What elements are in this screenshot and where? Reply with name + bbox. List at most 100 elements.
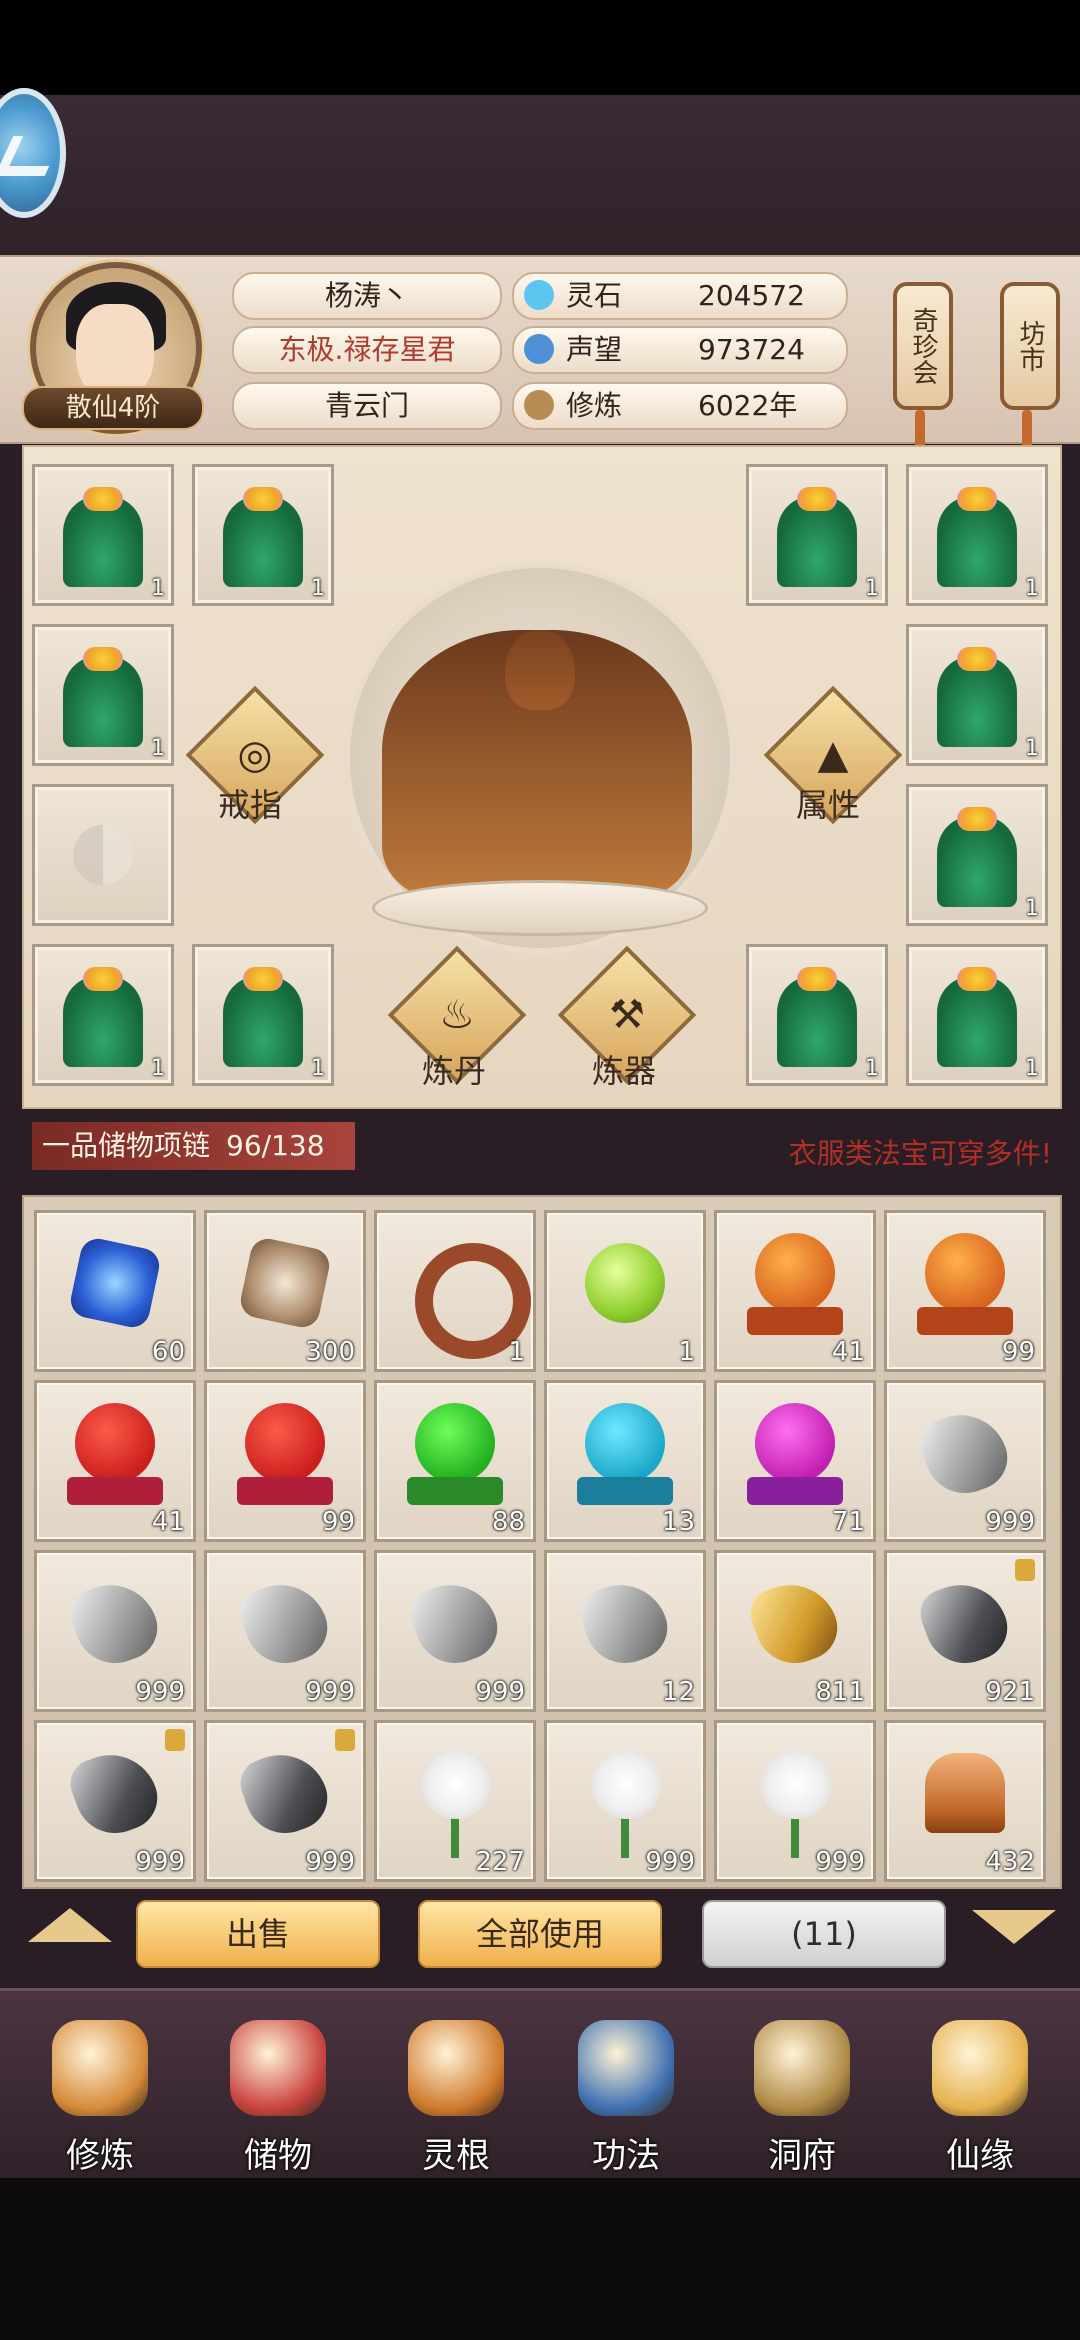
inventory-item[interactable]: 13 [544, 1380, 706, 1542]
gourd-icon [932, 2020, 1028, 2116]
item-count: 999 [815, 1847, 865, 1877]
orb-stand-icon [577, 1477, 673, 1505]
inventory-item[interactable]: 99 [204, 1380, 366, 1542]
ring-label: 戒指 [218, 786, 283, 824]
inventory-item[interactable]: 999 [714, 1720, 876, 1882]
orb-stand-icon [237, 1477, 333, 1505]
nav-label: 功法 [592, 2136, 660, 2176]
inventory-item[interactable]: 300 [204, 1210, 366, 1372]
inventory-item[interactable]: 999 [204, 1720, 366, 1882]
storage-capacity: 96/138 [226, 1129, 325, 1162]
item-count: 432 [985, 1847, 1035, 1877]
inventory-item[interactable]: 999 [34, 1550, 196, 1712]
use-all-button[interactable]: 全部使用 [418, 1900, 662, 1968]
iron-ore-icon [913, 1401, 1017, 1505]
lock-icon [165, 1729, 185, 1751]
item-count: 999 [985, 1507, 1035, 1537]
inventory-item[interactable]: 99 [884, 1210, 1046, 1372]
flower-icon [83, 647, 123, 671]
nav-label: 洞府 [768, 2136, 836, 2176]
item-count: 999 [135, 1847, 185, 1877]
spirit-orb-icon [755, 1233, 835, 1313]
page-up-arrow-icon[interactable] [28, 1908, 112, 1942]
inventory-item[interactable]: 41 [34, 1380, 196, 1542]
player-name: 杨涛丶 [232, 272, 502, 320]
nav-item[interactable]: 储物 [198, 2010, 358, 2176]
ginseng-icon [925, 1753, 1005, 1833]
inventory-item[interactable]: 999 [884, 1380, 1046, 1542]
equipment-slot[interactable]: 1 [906, 464, 1048, 606]
flower-icon [957, 647, 997, 671]
item-count: 71 [831, 1507, 865, 1537]
forge-label: 炼器 [592, 1052, 657, 1090]
sell-button[interactable]: 出售 [136, 1900, 380, 1968]
equipment-slot[interactable]: 1 [32, 464, 174, 606]
treasure-fair-button[interactable]: 奇珍会 [893, 282, 953, 410]
stem-icon [621, 1813, 629, 1858]
item-count: 921 [985, 1677, 1035, 1707]
inventory-item[interactable]: 999 [204, 1550, 366, 1712]
item-count: 1 [678, 1337, 695, 1367]
attributes-label: 属性 [796, 786, 861, 824]
tassel-decoration [1022, 410, 1032, 450]
empty-equipment-slot[interactable] [32, 784, 174, 926]
selected-count-button[interactable]: (11) [702, 1900, 946, 1968]
lock-icon [335, 1729, 355, 1751]
inventory-item[interactable]: 921 [884, 1550, 1046, 1712]
inventory-item[interactable]: 1 [544, 1210, 706, 1372]
bottom-filler [0, 2178, 1080, 2340]
item-count: 999 [305, 1847, 355, 1877]
equipment-slot[interactable]: 1 [32, 624, 174, 766]
flower-icon [243, 967, 283, 991]
dark-ore-icon [233, 1741, 337, 1845]
flower-icon [83, 487, 123, 511]
equipment-slot[interactable]: 1 [746, 464, 888, 606]
item-count: 811 [815, 1677, 865, 1707]
pouch-icon [230, 2020, 326, 2116]
storage-hint: 衣服类法宝可穿多件! [788, 1137, 1052, 1170]
item-count: 999 [135, 1677, 185, 1707]
nav-item[interactable]: 仙缘 [900, 2010, 1060, 2176]
equipment-slot[interactable]: 1 [746, 944, 888, 1086]
inventory-item[interactable]: 12 [544, 1550, 706, 1712]
cultivation-icon [524, 390, 554, 420]
item-count: 99 [1001, 1337, 1035, 1367]
dark-ore-icon [63, 1741, 167, 1845]
reputation-icon [524, 334, 554, 364]
stem-icon [791, 1813, 799, 1858]
inventory-item[interactable]: 999 [374, 1550, 536, 1712]
equipment-slot[interactable]: 1 [32, 944, 174, 1086]
nav-item[interactable]: 灵根 [376, 2010, 536, 2176]
stat-spirit-stone: 灵石 204572 [512, 272, 848, 320]
inventory-item[interactable]: 999 [544, 1720, 706, 1882]
inventory-item[interactable]: 60 [34, 1210, 196, 1372]
equipment-slot[interactable]: 1 [906, 624, 1048, 766]
blue-gem-icon [67, 1235, 163, 1331]
item-count: 999 [645, 1847, 695, 1877]
inventory-item[interactable]: 88 [374, 1380, 536, 1542]
item-count: 999 [305, 1677, 355, 1707]
market-button[interactable]: 坊市 [1000, 282, 1060, 410]
inventory-item[interactable]: 811 [714, 1550, 876, 1712]
inventory-item[interactable]: 41 [714, 1210, 876, 1372]
nav-item[interactable]: 功法 [546, 2010, 706, 2176]
equipment-slot[interactable]: 1 [192, 944, 334, 1086]
nav-item[interactable]: 洞府 [722, 2010, 882, 2176]
equipment-slot[interactable]: 1 [192, 464, 334, 606]
nav-item[interactable]: 修炼 [20, 2010, 180, 2176]
flower-icon [83, 967, 123, 991]
inventory-item[interactable]: 999 [34, 1720, 196, 1882]
stem-icon [451, 1813, 459, 1858]
player-sect: 青云门 [232, 382, 502, 430]
inventory-item[interactable]: 432 [884, 1720, 1046, 1882]
inventory-item[interactable]: 227 [374, 1720, 536, 1882]
orb-stand-icon [917, 1307, 1013, 1335]
brown-gem-icon [237, 1235, 333, 1331]
page-down-arrow-icon[interactable] [972, 1910, 1056, 1944]
iron-ore-icon [403, 1571, 507, 1675]
item-count: 13 [661, 1507, 695, 1537]
equipment-slot[interactable]: 1 [906, 944, 1048, 1086]
equipment-slot[interactable]: 1 [906, 784, 1048, 926]
inventory-item[interactable]: 1 [374, 1210, 536, 1372]
inventory-item[interactable]: 71 [714, 1380, 876, 1542]
